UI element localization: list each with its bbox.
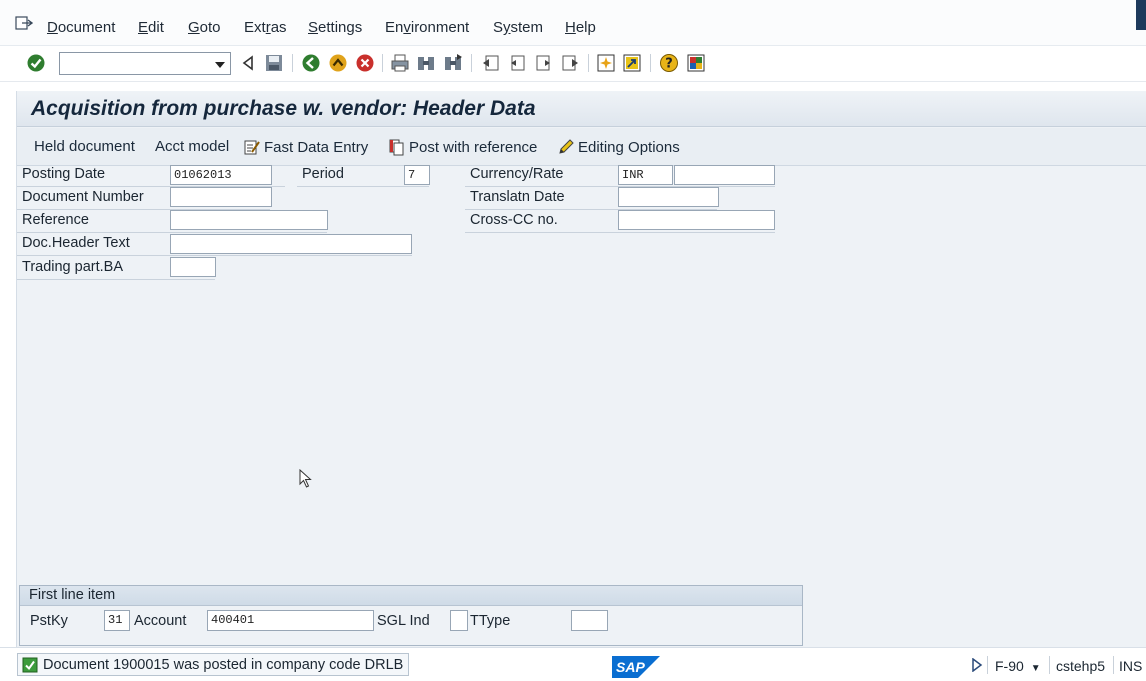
menu-label: Extras: [244, 19, 287, 36]
menu-settings[interactable]: Settings: [308, 19, 362, 36]
last-page-icon[interactable]: [560, 53, 580, 73]
back-nav-icon[interactable]: [238, 53, 258, 73]
status-message[interactable]: Document 1900015 was posted in company c…: [17, 653, 410, 676]
ttype-field[interactable]: [571, 610, 608, 631]
reference-field[interactable]: [170, 210, 328, 230]
server-name: cstehp5: [1056, 658, 1106, 674]
post-with-reference-button[interactable]: Post with reference: [388, 138, 537, 156]
pstky-field[interactable]: 31: [104, 610, 130, 631]
insert-mode[interactable]: INS: [1119, 658, 1142, 674]
save-icon[interactable]: [264, 53, 284, 73]
status-separator: [1113, 656, 1114, 674]
toolbar-separator: [588, 54, 589, 72]
held-document-label: Held document: [34, 138, 135, 155]
menu-bar: Document Edit Goto Extras Settings Envir…: [0, 0, 1146, 46]
exit-icon[interactable]: [328, 53, 348, 73]
toolbar-separator: [292, 54, 293, 72]
toolbar-separator: [382, 54, 383, 72]
command-input[interactable]: [60, 53, 210, 74]
menu-exit-icon[interactable]: [15, 16, 33, 30]
enter-icon[interactable]: [26, 53, 46, 73]
sgl-ind-field[interactable]: [450, 610, 468, 631]
menu-environment[interactable]: Environment: [385, 19, 469, 36]
first-line-item-group: First line item PstKy 31 Account 400401 …: [19, 585, 803, 646]
menu-label: Settings: [308, 19, 363, 36]
doc-header-text-field[interactable]: [170, 234, 412, 254]
window-corner: [1136, 0, 1146, 30]
period-field[interactable]: 7: [404, 165, 430, 185]
rate-field[interactable]: [674, 165, 775, 185]
toolbar-separator: [650, 54, 651, 72]
svg-text:SAP: SAP: [616, 659, 645, 675]
acct-model-label: Acct model: [155, 138, 230, 155]
page-title: Acquisition from purchase w. vendor: Hea…: [31, 97, 536, 120]
trading-part-ba-field[interactable]: [170, 257, 216, 277]
editing-options-label: Editing Options: [578, 138, 680, 156]
fast-entry-icon: [244, 140, 260, 155]
menu-edit[interactable]: Edit: [138, 19, 164, 36]
account-label: Account: [134, 613, 187, 629]
sgl-ind-label: SGL Ind: [377, 613, 430, 629]
pstky-label: PstKy: [30, 613, 68, 629]
svg-text:?: ?: [665, 57, 673, 72]
application-toolbar: Held document Acct model Fast Data Entry…: [17, 128, 1146, 166]
account-field[interactable]: 400401: [207, 610, 374, 631]
cancel-icon[interactable]: [355, 53, 375, 73]
transaction-code[interactable]: F-90 ▼: [995, 658, 1041, 674]
customize-layout-icon[interactable]: [686, 53, 706, 73]
menu-label: Edit: [138, 19, 164, 36]
transaction-code-text: F-90: [995, 658, 1024, 674]
print-icon[interactable]: [390, 53, 410, 73]
editing-options-button[interactable]: Editing Options: [557, 138, 680, 156]
copy-document-icon: [389, 139, 404, 156]
menu-label: System: [493, 19, 544, 36]
group-title: First line item: [20, 586, 802, 606]
translatn-date-field[interactable]: [618, 187, 719, 207]
acct-model-button[interactable]: Acct model: [155, 138, 229, 155]
document-number-field[interactable]: [170, 187, 272, 207]
menu-label: Goto: [188, 19, 221, 36]
held-document-button[interactable]: Held document: [34, 138, 135, 155]
help-icon[interactable]: ?: [659, 53, 679, 73]
next-page-icon[interactable]: [534, 53, 554, 73]
ttype-label: TType: [470, 613, 511, 629]
sap-logo: SAP: [612, 656, 660, 678]
pencil-icon: [559, 139, 574, 154]
back-icon[interactable]: [301, 53, 321, 73]
fast-data-entry-button[interactable]: Fast Data Entry: [243, 138, 368, 156]
main-screen: Acquisition from purchase w. vendor: Hea…: [16, 91, 1146, 647]
success-check-icon: [22, 657, 38, 672]
status-separator: [1049, 656, 1050, 674]
previous-page-icon[interactable]: [507, 53, 527, 73]
menu-extras[interactable]: Extras: [244, 19, 287, 36]
menu-document[interactable]: Document: [47, 19, 115, 36]
currency-field[interactable]: INR: [618, 165, 673, 185]
fast-data-entry-label: Fast Data Entry: [264, 138, 369, 156]
status-separator: [987, 656, 988, 674]
toolbar-separator: [471, 54, 472, 72]
chevron-down-icon[interactable]: [215, 62, 225, 68]
shortcut-icon[interactable]: [622, 53, 642, 73]
post-with-reference-label: Post with reference: [409, 138, 538, 156]
posting-date-field[interactable]: 01062013: [170, 165, 272, 185]
chevron-down-icon[interactable]: ▼: [1031, 663, 1041, 674]
command-field[interactable]: [59, 52, 231, 75]
menu-label: Environment: [385, 19, 470, 36]
cross-cc-field[interactable]: [618, 210, 775, 230]
status-expand-icon[interactable]: [971, 658, 983, 672]
title-bar: Acquisition from purchase w. vendor: Hea…: [17, 91, 1146, 127]
mouse-pointer-icon: [299, 469, 312, 488]
find-next-icon[interactable]: [443, 53, 463, 73]
menu-label: Document: [47, 19, 116, 36]
first-page-icon[interactable]: [481, 53, 501, 73]
menu-label: Help: [565, 19, 596, 36]
status-bar: Document 1900015 was posted in company c…: [0, 647, 1146, 681]
status-message-text: Document 1900015 was posted in company c…: [43, 656, 404, 673]
find-icon[interactable]: [416, 53, 436, 73]
create-session-icon[interactable]: [596, 53, 616, 73]
menu-help[interactable]: Help: [565, 19, 596, 36]
system-toolbar: ?: [0, 46, 1146, 82]
menu-system[interactable]: System: [493, 19, 543, 36]
menu-goto[interactable]: Goto: [188, 19, 221, 36]
